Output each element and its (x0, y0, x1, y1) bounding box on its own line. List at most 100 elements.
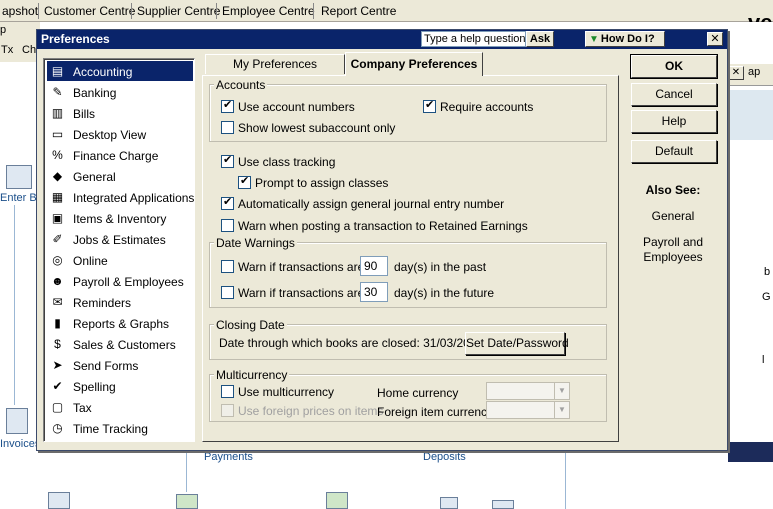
foreign-item-currency-select[interactable]: ▼ (486, 401, 570, 419)
jobs-estimates-icon: ✐ (52, 232, 63, 246)
background-menubar: apshot Customer Centre Supplier Centre E… (0, 0, 773, 22)
help-button[interactable]: Help (631, 110, 717, 133)
how-do-i-label: How Do I? (600, 33, 655, 45)
register-icon[interactable] (492, 500, 514, 509)
checkbox-checked[interactable] (423, 98, 436, 113)
checkbox-checked[interactable] (221, 153, 234, 168)
use-foreign-prices-checkbox[interactable]: Use foreign prices on items (221, 404, 383, 418)
category-item[interactable]: ▢ Tax (47, 397, 193, 417)
category-item[interactable]: ◷ Time Tracking (47, 418, 193, 438)
toolbar-tx[interactable]: Tx (1, 44, 13, 56)
also-see-payroll-link[interactable]: Payroll and Employees (627, 235, 719, 264)
background-toolbar: p Tx Ch (0, 22, 40, 62)
tab-company-preferences[interactable]: Company Preferences (345, 52, 483, 76)
home-currency-select[interactable]: ▼ (486, 382, 570, 400)
prompt-assign-classes-checkbox[interactable]: Prompt to assign classes (238, 174, 388, 190)
help-question-input[interactable]: Type a help question (421, 31, 526, 47)
background-right-header (728, 90, 773, 140)
category-item[interactable]: ▣ Items & Inventory (47, 208, 193, 228)
cash-icon[interactable] (326, 492, 348, 509)
money-icon[interactable] (176, 494, 198, 509)
accounts-group-title: Accounts (214, 78, 268, 92)
category-item[interactable]: ▥ Bills (47, 103, 193, 123)
dialog-title: Preferences (41, 32, 110, 46)
category-item[interactable]: ▮ Reports & Graphs (47, 313, 193, 333)
category-item[interactable]: ☻ Payroll & Employees (47, 271, 193, 291)
category-item[interactable]: ▦ Integrated Applications (47, 187, 195, 207)
ask-button[interactable]: Ask (526, 31, 554, 47)
ok-button[interactable]: OK (630, 54, 718, 79)
default-button[interactable]: Default (631, 140, 717, 163)
tab-my-preferences[interactable]: My Preferences (205, 54, 345, 74)
checkbox-unchecked[interactable] (221, 121, 234, 134)
category-label: Jobs & Estimates (73, 233, 166, 247)
past-days-suffix: day(s) in the past (394, 260, 487, 274)
menu-snapshot[interactable]: apshot (2, 4, 38, 18)
menu-supplier-centre[interactable]: Supplier Centre (137, 4, 220, 18)
also-see-general-link[interactable]: General (627, 209, 719, 223)
cancel-button[interactable]: Cancel (631, 83, 717, 106)
checkbox-unchecked[interactable] (221, 219, 234, 232)
checkbox-checked[interactable] (221, 98, 234, 113)
also-see-heading: Also See: (645, 183, 701, 197)
checkbox-unchecked[interactable] (221, 385, 234, 398)
show-lowest-subaccount-checkbox[interactable]: Show lowest subaccount only (221, 121, 395, 135)
payroll-icon: ☻ (51, 274, 64, 288)
category-item[interactable]: ✉ Reminders (47, 292, 193, 312)
deposits-label[interactable]: Deposits (423, 451, 466, 463)
category-list[interactable]: ▤ Accounting ✎ Banking ▥ Bills ▭ Desktop View% F… (43, 58, 195, 442)
payments-label[interactable]: Payments (204, 451, 253, 463)
use-class-tracking-checkbox[interactable]: Use class tracking (221, 153, 335, 169)
checkbox-disabled[interactable] (221, 404, 234, 417)
warn-retained-earnings-checkbox[interactable]: Warn when posting a transaction to Retai… (221, 219, 528, 233)
items-inventory-icon: ▣ (51, 211, 64, 225)
tab-company-preferences-label: Company Preferences (350, 57, 478, 71)
background-close-button[interactable]: ✕ (728, 66, 744, 80)
checkbox-checked[interactable] (238, 174, 251, 189)
toolbar-ch[interactable]: Ch (22, 44, 36, 56)
desktop-view-icon: ▭ (51, 127, 64, 141)
category-item[interactable]: $ Sales & Customers (47, 334, 193, 354)
category-item[interactable]: % Finance Charge (47, 145, 193, 165)
enter-bills-icon[interactable] (6, 165, 32, 189)
category-item[interactable]: ▤ Accounting (47, 61, 193, 81)
integrated-apps-icon: ▦ (51, 190, 64, 204)
close-button[interactable]: ✕ (707, 32, 723, 46)
document-icon[interactable] (48, 492, 70, 509)
background-fragment: l (762, 354, 765, 366)
category-item[interactable]: ◆ General (47, 166, 193, 186)
invoices-icon[interactable] (6, 408, 28, 434)
preferences-dialog: Preferences Type a help question Ask ▼ Ho… (36, 29, 728, 451)
checkbox-unchecked[interactable] (221, 286, 234, 299)
dialog-titlebar[interactable]: Preferences Type a help question Ask ▼ Ho… (37, 30, 727, 49)
future-days-input[interactable]: 30 (360, 282, 388, 302)
menu-employee-centre[interactable]: Employee Centre (222, 4, 315, 18)
category-item[interactable]: ➤ Send Forms (47, 355, 193, 375)
time-tracking-icon: ◷ (52, 421, 63, 435)
auto-journal-number-checkbox[interactable]: Automatically assign general journal ent… (221, 195, 504, 211)
multicurrency-title: Multicurrency (214, 368, 290, 382)
category-item[interactable]: ✐ Jobs & Estimates (47, 229, 193, 249)
warn-future-checkbox[interactable]: Warn if transactions are (221, 286, 364, 300)
use-multicurrency-checkbox[interactable]: Use multicurrency (221, 385, 334, 399)
menu-report-centre[interactable]: Report Centre (321, 4, 396, 18)
category-item[interactable]: ▭ Desktop View (47, 124, 193, 144)
how-do-i-button[interactable]: ▼ How Do I? (585, 31, 665, 47)
use-multicurrency-label: Use multicurrency (238, 385, 335, 399)
checkbox-unchecked[interactable] (221, 260, 234, 273)
past-days-input[interactable]: 90 (360, 256, 388, 276)
category-item[interactable]: ✎ Banking (47, 82, 193, 102)
category-label: Sales & Customers (73, 338, 176, 352)
online-icon: ◎ (52, 253, 63, 267)
warn-past-checkbox[interactable]: Warn if transactions are (221, 260, 364, 274)
invoices-label[interactable]: Invoices (0, 438, 40, 450)
category-item[interactable]: ◎ Online (47, 250, 193, 270)
require-accounts-checkbox[interactable]: Require accounts (423, 98, 533, 114)
set-date-password-button[interactable]: Set Date/Password (465, 332, 569, 355)
category-label: Reports & Graphs (73, 317, 170, 331)
use-account-numbers-checkbox[interactable]: Use account numbers (221, 98, 355, 114)
menu-customer-centre[interactable]: Customer Centre (44, 4, 135, 18)
pen-icon[interactable] (440, 497, 458, 509)
checkbox-checked[interactable] (221, 195, 234, 210)
category-item[interactable]: ✔ Spelling (47, 376, 193, 396)
